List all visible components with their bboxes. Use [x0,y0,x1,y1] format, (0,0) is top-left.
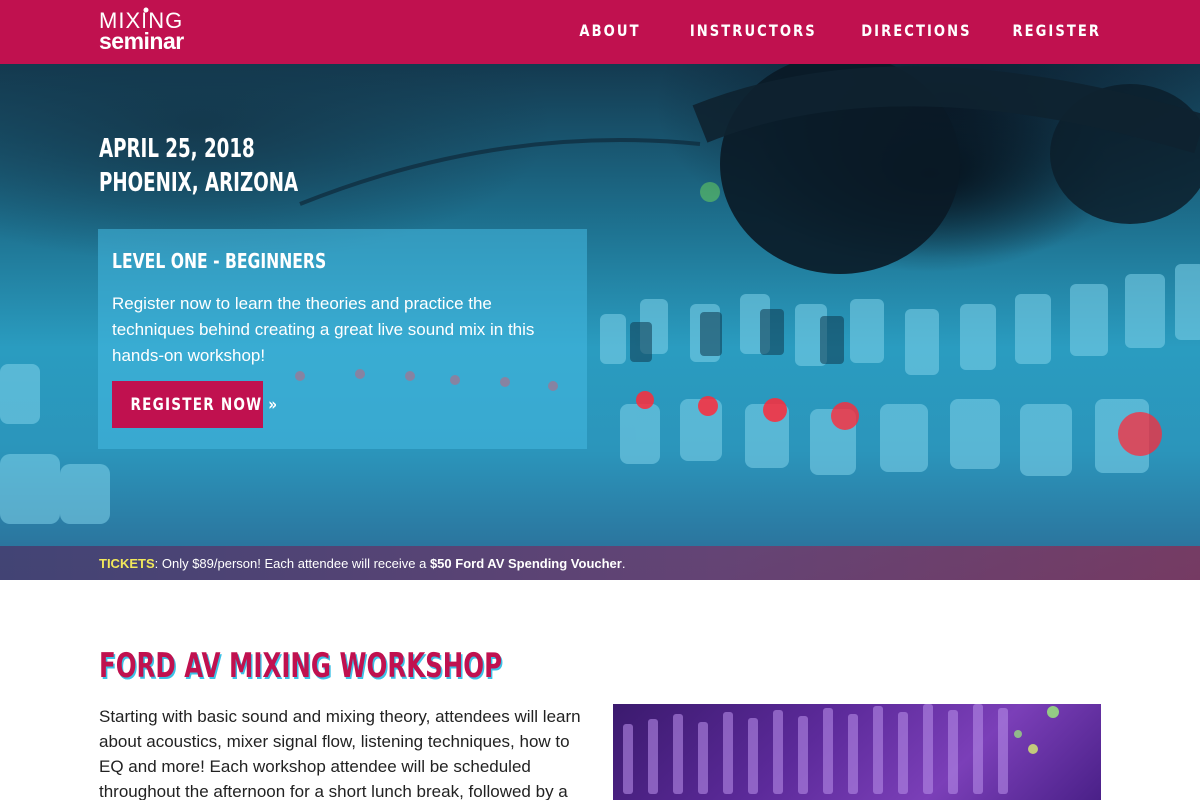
ticket-label: TICKETS [99,556,155,571]
ticket-text: : Only $89/person! Each attendee will re… [154,556,430,571]
site-logo[interactable]: MIXING seminar [99,7,199,55]
nav-link-register[interactable]: REGISTER [1012,20,1101,42]
card-title: LEVEL ONE - BEGINNERS [112,249,327,273]
mixer-image [613,704,1101,800]
ticket-bar: TICKETS: Only $89/person! Each attendee … [0,546,1200,580]
logo-text-bottom: seminar [99,28,184,54]
hero-card: LEVEL ONE - BEGINNERS Register now to le… [98,229,587,449]
event-date-location: APRIL 25, 2018 PHOENIX, ARIZONA [99,132,298,200]
event-location: PHOENIX, ARIZONA [99,168,299,198]
register-now-label: REGISTER NOW » [130,394,279,415]
hero-section: APRIL 25, 2018 PHOENIX, ARIZONA LEVEL ON… [0,64,1200,580]
workshop-description: Starting with basic sound and mixing the… [99,707,581,800]
nav-link-directions[interactable]: DIRECTIONS [862,20,972,42]
workshop-title: FORD AV MIXING WORKSHOP [99,646,503,686]
register-now-button[interactable]: REGISTER NOW » [112,381,277,428]
event-date: APRIL 25, 2018 [99,134,255,164]
card-description: Register now to learn the theories and p… [112,294,535,365]
ticket-voucher: $50 Ford AV Spending Voucher [429,556,622,571]
ticket-info: TICKETS: Only $89/person! Each attendee … [99,556,625,571]
nav-link-about[interactable]: ABOUT [579,20,640,42]
main-nav: ABOUT INSTRUCTORS DIRECTIONS REGISTER [566,20,1101,42]
ticket-end: . [621,556,626,571]
site-header: MIXING seminar ABOUT INSTRUCTORS DIRECTI… [0,0,1200,64]
nav-link-instructors[interactable]: INSTRUCTORS [690,20,817,42]
mixer-image-art [623,704,1059,794]
